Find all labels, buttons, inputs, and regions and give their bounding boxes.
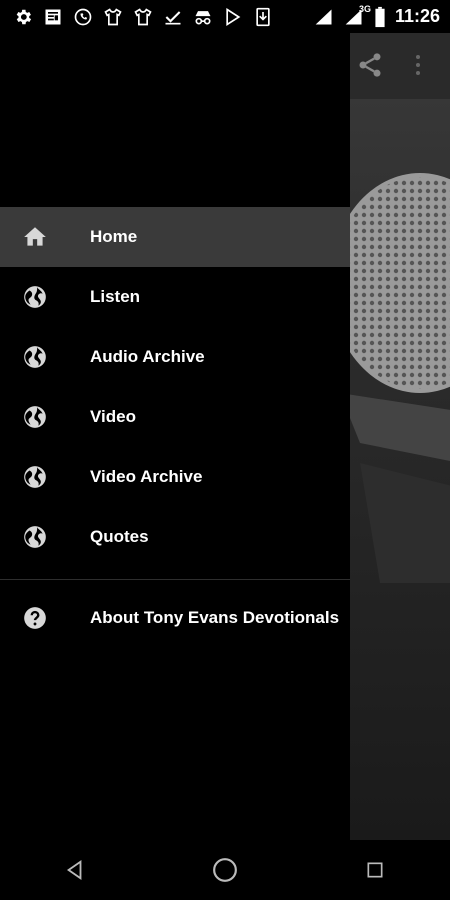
home-icon bbox=[22, 224, 48, 250]
help-icon bbox=[22, 605, 48, 631]
incognito-icon bbox=[192, 6, 214, 28]
drawer-item-audio-archive[interactable]: Audio Archive bbox=[0, 327, 350, 387]
drawer-item-video[interactable]: Video bbox=[0, 387, 350, 447]
home-button-icon[interactable] bbox=[205, 850, 245, 890]
navigation-drawer: Home Listen Audio Archive Video Video Ar… bbox=[0, 33, 350, 840]
recents-icon[interactable] bbox=[355, 850, 395, 890]
news-icon bbox=[42, 6, 64, 28]
drawer-menu: Home Listen Audio Archive Video Video Ar… bbox=[0, 207, 350, 648]
drawer-item-label: Home bbox=[90, 227, 138, 246]
checkmark-icon bbox=[162, 6, 184, 28]
tshirt-icon bbox=[102, 6, 124, 28]
globe-icon bbox=[22, 464, 48, 490]
drawer-item-quotes[interactable]: Quotes bbox=[0, 507, 350, 567]
globe-icon bbox=[22, 344, 48, 370]
drawer-item-label: Quotes bbox=[90, 527, 149, 546]
clock: 11:26 bbox=[394, 6, 440, 26]
drawer-item-video-archive[interactable]: Video Archive bbox=[0, 447, 350, 507]
back-icon[interactable] bbox=[55, 850, 95, 890]
drawer-divider bbox=[0, 579, 350, 580]
battery-icon bbox=[373, 6, 387, 28]
network-type-label: 3G bbox=[358, 3, 371, 14]
drawer-item-label: About Tony Evans Devotionals bbox=[90, 608, 340, 627]
drawer-item-label: Listen bbox=[90, 287, 141, 306]
more-options-icon[interactable] bbox=[414, 51, 430, 79]
drawer-item-home[interactable]: Home bbox=[0, 207, 350, 267]
globe-icon bbox=[22, 404, 48, 430]
drawer-item-about[interactable]: About Tony Evans Devotionals bbox=[0, 588, 350, 648]
share-icon[interactable] bbox=[356, 51, 384, 79]
cell-signal-icon: 3G bbox=[343, 4, 371, 28]
notification-icons bbox=[0, 6, 274, 28]
drawer-item-label: Video bbox=[90, 407, 136, 426]
globe-icon bbox=[22, 524, 48, 550]
play-store-icon bbox=[222, 6, 244, 28]
gear-icon bbox=[12, 6, 34, 28]
tshirt-icon bbox=[132, 6, 154, 28]
system-status: 3G 11:26 bbox=[313, 4, 450, 28]
wifi-signal-icon bbox=[313, 6, 335, 28]
system-nav-bar bbox=[0, 840, 450, 900]
drawer-item-listen[interactable]: Listen bbox=[0, 267, 350, 327]
download-icon bbox=[252, 6, 274, 28]
status-bar: 3G 11:26 bbox=[0, 0, 450, 33]
whatsapp-icon bbox=[72, 6, 94, 28]
drawer-item-label: Audio Archive bbox=[90, 347, 205, 366]
drawer-item-label: Video Archive bbox=[90, 467, 203, 486]
globe-icon bbox=[22, 284, 48, 310]
